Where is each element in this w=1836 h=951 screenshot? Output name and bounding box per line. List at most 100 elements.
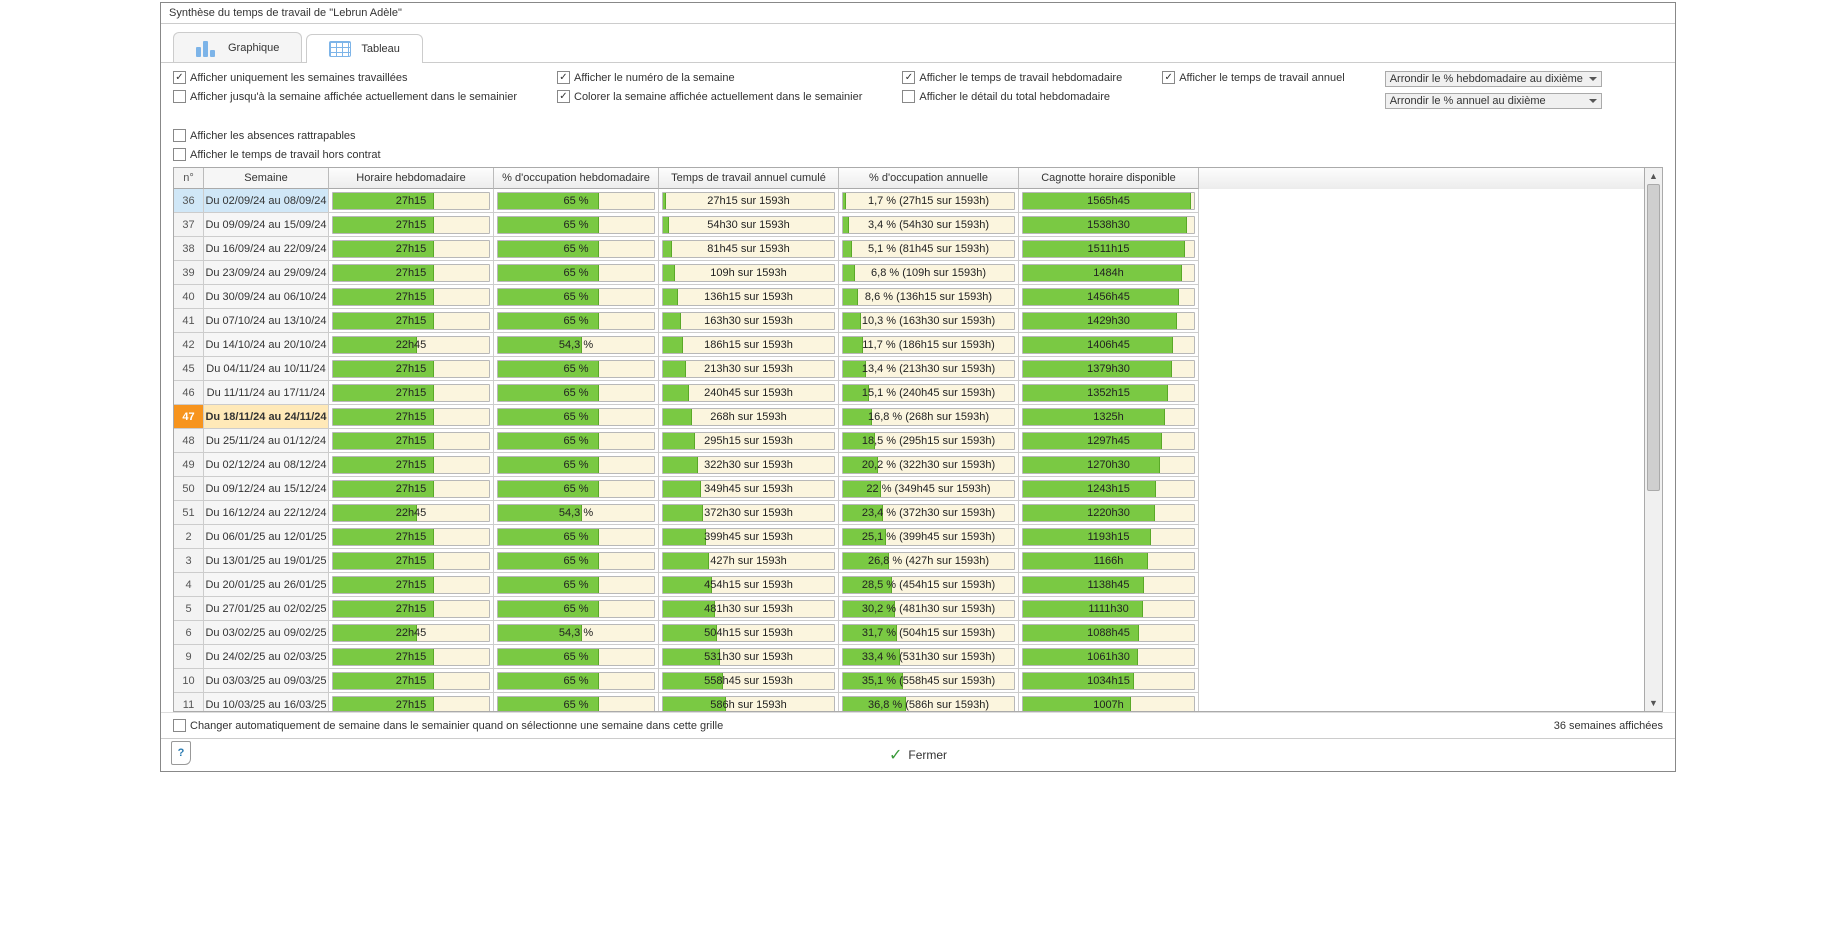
cell-hours: 27h15 xyxy=(329,237,494,261)
cb-weekly-time[interactable] xyxy=(902,71,915,84)
cb-annual-time[interactable] xyxy=(1162,71,1175,84)
table-row[interactable]: 42Du 14/10/24 au 20/10/2422h4554,3 %186h… xyxy=(174,333,1644,357)
cell-cum: 558h45 sur 1593h xyxy=(659,669,839,693)
cell-occ: 54,3 % xyxy=(494,333,659,357)
cell-num: 6 xyxy=(174,621,204,645)
cell-cag: 1088h45 xyxy=(1019,621,1199,645)
cell-cum: 268h sur 1593h xyxy=(659,405,839,429)
cell-hours: 22h45 xyxy=(329,501,494,525)
cell-hours: 27h15 xyxy=(329,453,494,477)
cell-week: Du 02/09/24 au 08/09/24 xyxy=(204,189,329,213)
cell-cag: 1166h xyxy=(1019,549,1199,573)
table-row[interactable]: 49Du 02/12/24 au 08/12/2427h1565 %322h30… xyxy=(174,453,1644,477)
cb-off-contract-label: Afficher le temps de travail hors contra… xyxy=(190,149,381,161)
cb-show-week-num[interactable] xyxy=(557,71,570,84)
cell-hours: 22h45 xyxy=(329,621,494,645)
table-row[interactable]: 47Du 18/11/24 au 24/11/2427h1565 %268h s… xyxy=(174,405,1644,429)
cell-num: 4 xyxy=(174,573,204,597)
table-row[interactable]: 4Du 20/01/25 au 26/01/2527h1565 %454h15 … xyxy=(174,573,1644,597)
table-row[interactable]: 50Du 09/12/24 au 15/12/2427h1565 %349h45… xyxy=(174,477,1644,501)
tab-table-label: Tableau xyxy=(361,43,400,55)
help-icon[interactable]: ? xyxy=(171,741,191,765)
cell-week: Du 16/09/24 au 22/09/24 xyxy=(204,237,329,261)
table-grid-icon xyxy=(329,41,351,57)
cb-color-current[interactable] xyxy=(557,90,570,103)
cell-cag: 1429h30 xyxy=(1019,309,1199,333)
table-row[interactable]: 46Du 11/11/24 au 17/11/2427h1565 %240h45… xyxy=(174,381,1644,405)
hdr-cag[interactable]: Cagnotte horaire disponible xyxy=(1019,168,1199,189)
table-row[interactable]: 5Du 27/01/25 au 02/02/2527h1565 %481h30 … xyxy=(174,597,1644,621)
hdr-num[interactable]: n° xyxy=(174,168,204,189)
cell-hours: 27h15 xyxy=(329,285,494,309)
cb-weekly-detail[interactable] xyxy=(902,90,915,103)
cell-hours: 27h15 xyxy=(329,189,494,213)
table-row[interactable]: 6Du 03/02/25 au 09/02/2522h4554,3 %504h1… xyxy=(174,621,1644,645)
cell-hours: 22h45 xyxy=(329,333,494,357)
cell-cum: 81h45 sur 1593h xyxy=(659,237,839,261)
cell-cag: 1270h30 xyxy=(1019,453,1199,477)
cell-cag: 1007h xyxy=(1019,693,1199,712)
cell-ann: 28,5 % (454h15 sur 1593h) xyxy=(839,573,1019,597)
tab-bar: Graphique Tableau xyxy=(161,24,1675,63)
data-grid[interactable]: n° Semaine Horaire hebdomadaire % d'occu… xyxy=(173,167,1645,712)
hdr-cum[interactable]: Temps de travail annuel cumulé xyxy=(659,168,839,189)
cell-cag: 1565h45 xyxy=(1019,189,1199,213)
cell-occ: 65 % xyxy=(494,525,659,549)
scroll-down-icon[interactable]: ▼ xyxy=(1645,695,1662,711)
table-row[interactable]: 11Du 10/03/25 au 16/03/2527h1565 %586h s… xyxy=(174,693,1644,712)
table-row[interactable]: 48Du 25/11/24 au 01/12/2427h1565 %295h15… xyxy=(174,429,1644,453)
cb-off-contract[interactable] xyxy=(173,148,186,161)
cell-week: Du 20/01/25 au 26/01/25 xyxy=(204,573,329,597)
table-row[interactable]: 39Du 23/09/24 au 29/09/2427h1565 %109h s… xyxy=(174,261,1644,285)
cell-cum: 322h30 sur 1593h xyxy=(659,453,839,477)
hdr-week[interactable]: Semaine xyxy=(204,168,329,189)
close-button[interactable]: ✓ Fermer xyxy=(889,745,947,765)
cell-cag: 1111h30 xyxy=(1019,597,1199,621)
cell-occ: 65 % xyxy=(494,549,659,573)
cell-hours: 27h15 xyxy=(329,693,494,712)
table-row[interactable]: 38Du 16/09/24 au 22/09/2427h1565 %81h45 … xyxy=(174,237,1644,261)
cell-cag: 1538h30 xyxy=(1019,213,1199,237)
cell-week: Du 06/01/25 au 12/01/25 xyxy=(204,525,329,549)
scroll-thumb[interactable] xyxy=(1647,184,1660,491)
cell-ann: 16,8 % (268h sur 1593h) xyxy=(839,405,1019,429)
cell-ann: 15,1 % (240h45 sur 1593h) xyxy=(839,381,1019,405)
cell-cum: 531h30 sur 1593h xyxy=(659,645,839,669)
cb-auto-change[interactable] xyxy=(173,719,186,732)
select-round-year[interactable]: Arrondir le % annuel au dixième xyxy=(1385,93,1602,109)
cb-only-worked[interactable] xyxy=(173,71,186,84)
cell-occ: 54,3 % xyxy=(494,621,659,645)
cb-absences[interactable] xyxy=(173,129,186,142)
scroll-up-icon[interactable]: ▲ xyxy=(1645,168,1662,184)
cell-occ: 65 % xyxy=(494,477,659,501)
cell-cag: 1406h45 xyxy=(1019,333,1199,357)
cell-week: Du 09/09/24 au 15/09/24 xyxy=(204,213,329,237)
hdr-ann[interactable]: % d'occupation annuelle xyxy=(839,168,1019,189)
cell-num: 47 xyxy=(174,405,204,429)
cell-num: 42 xyxy=(174,333,204,357)
hdr-hours[interactable]: Horaire hebdomadaire xyxy=(329,168,494,189)
table-row[interactable]: 51Du 16/12/24 au 22/12/2422h4554,3 %372h… xyxy=(174,501,1644,525)
cell-ann: 8,6 % (136h15 sur 1593h) xyxy=(839,285,1019,309)
tab-graph[interactable]: Graphique xyxy=(173,32,302,63)
table-row[interactable]: 9Du 24/02/25 au 02/03/2527h1565 %531h30 … xyxy=(174,645,1644,669)
cell-cum: 240h45 sur 1593h xyxy=(659,381,839,405)
hdr-occ[interactable]: % d'occupation hebdomadaire xyxy=(494,168,659,189)
cell-cum: 454h15 sur 1593h xyxy=(659,573,839,597)
table-row[interactable]: 36Du 02/09/24 au 08/09/2427h1565 %27h15 … xyxy=(174,189,1644,213)
table-row[interactable]: 40Du 30/09/24 au 06/10/2427h1565 %136h15… xyxy=(174,285,1644,309)
cb-until-current[interactable] xyxy=(173,90,186,103)
table-row[interactable]: 2Du 06/01/25 au 12/01/2527h1565 %399h45 … xyxy=(174,525,1644,549)
table-row[interactable]: 3Du 13/01/25 au 19/01/2527h1565 %427h su… xyxy=(174,549,1644,573)
select-round-week[interactable]: Arrondir le % hebdomadaire au dixième xyxy=(1385,71,1602,87)
cell-week: Du 03/03/25 au 09/03/25 xyxy=(204,669,329,693)
cell-num: 9 xyxy=(174,645,204,669)
tab-table[interactable]: Tableau xyxy=(306,34,423,63)
table-row[interactable]: 37Du 09/09/24 au 15/09/2427h1565 %54h30 … xyxy=(174,213,1644,237)
cell-occ: 65 % xyxy=(494,453,659,477)
vertical-scrollbar[interactable]: ▲ ▼ xyxy=(1645,167,1663,712)
table-row[interactable]: 45Du 04/11/24 au 10/11/2427h1565 %213h30… xyxy=(174,357,1644,381)
table-row[interactable]: 41Du 07/10/24 au 13/10/2427h1565 %163h30… xyxy=(174,309,1644,333)
cb-color-current-label: Colorer la semaine affichée actuellement… xyxy=(574,91,862,103)
table-row[interactable]: 10Du 03/03/25 au 09/03/2527h1565 %558h45… xyxy=(174,669,1644,693)
